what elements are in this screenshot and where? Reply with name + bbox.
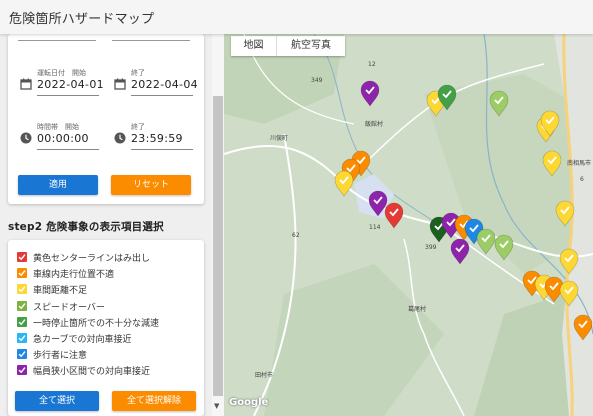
hazard-marker[interactable]: [476, 228, 496, 255]
hazard-marker[interactable]: [450, 238, 470, 265]
app-title: 危険箇所ハザードマップ: [9, 12, 155, 27]
place-label-katsurao: 葛尾村: [408, 306, 427, 313]
hazard-marker[interactable]: [559, 248, 579, 275]
field-underline-top-left: [18, 40, 96, 41]
hazard-marker[interactable]: [559, 280, 579, 307]
event-type-row[interactable]: 幅員狭小区間での対向車接近: [17, 363, 197, 377]
start-time-value: 00:00:00: [37, 132, 89, 145]
field-underline-top-right: [112, 40, 190, 41]
map-type-map[interactable]: 地図: [231, 36, 276, 56]
route-label-114: 114: [369, 224, 381, 231]
step2-title: step2 危険事象の表示項目選択: [8, 221, 164, 233]
checkbox[interactable]: [17, 349, 27, 360]
end-date-underline: [131, 95, 193, 96]
hazard-marker[interactable]: [542, 150, 562, 177]
start-date-value: 2022-04-01: [37, 78, 104, 91]
checkbox[interactable]: [17, 252, 27, 262]
reset-button[interactable]: リセット: [111, 175, 191, 195]
event-type-row[interactable]: 歩行者に注意: [17, 347, 197, 361]
deselect-all-button[interactable]: 全て選択解除: [112, 391, 196, 411]
end-time-value: 23:59:59: [131, 132, 183, 145]
end-time-label: 終了: [131, 123, 145, 131]
checkbox[interactable]: [17, 333, 27, 343]
apply-button[interactable]: 適用: [18, 175, 98, 195]
start-date-label: 運転日付 開始: [37, 69, 86, 77]
event-type-label: 歩行者に注意: [33, 351, 88, 362]
map-type-satellite[interactable]: 航空写真: [277, 36, 345, 56]
end-time-underline: [131, 149, 193, 150]
start-time-underline: [37, 149, 99, 150]
hazard-marker[interactable]: [573, 314, 593, 341]
checkbox[interactable]: [17, 284, 27, 295]
hazard-marker[interactable]: [489, 90, 509, 117]
end-time-field[interactable]: 終了 23:59:59: [131, 122, 193, 152]
event-type-row[interactable]: 急カーブでの対向車接近: [17, 331, 197, 345]
checkbox[interactable]: [17, 316, 27, 327]
event-type-row[interactable]: スピードオーバー: [17, 299, 197, 313]
event-type-label: 黄色センターラインはみ出し: [33, 254, 151, 264]
event-type-label: 車線内走行位置不適: [33, 270, 115, 281]
event-type-label: 幅員狭小区間での対向車接近: [33, 367, 151, 378]
calendar-icon: [114, 78, 126, 90]
route-label-62: 62: [292, 232, 300, 239]
place-label-kawamata: 川俣町: [270, 135, 289, 142]
hazard-marker[interactable]: [494, 234, 514, 261]
map-view[interactable]: [224, 34, 593, 416]
clock-icon: [114, 132, 126, 144]
event-type-row[interactable]: 車線内走行位置不適: [17, 266, 197, 280]
event-type-label: スピードオーバー: [33, 302, 105, 313]
sidebar-scrollbar-thumb[interactable]: [213, 96, 223, 396]
event-type-row[interactable]: 黄色センターラインはみ出し: [17, 250, 197, 264]
map-type-control: 地図 航空写真: [231, 36, 345, 56]
checkbox[interactable]: [17, 300, 27, 311]
clock-icon: [20, 132, 32, 144]
hazard-marker[interactable]: [368, 190, 388, 217]
hazard-marker[interactable]: [384, 202, 404, 229]
checkbox[interactable]: [17, 268, 27, 279]
event-type-label: 車間距離不足: [33, 286, 88, 297]
place-label-tamura: 田村市: [255, 372, 274, 379]
hazard-marker[interactable]: [360, 80, 380, 107]
start-time-field[interactable]: 時間帯 開始 00:00:00: [37, 122, 99, 152]
google-logo: Google: [229, 397, 269, 408]
select-all-button[interactable]: 全て選択: [15, 391, 99, 411]
end-date-label: 終了: [131, 69, 145, 77]
start-time-label: 時間帯 開始: [37, 123, 79, 131]
start-date-field[interactable]: 運転日付 開始 2022-04-01: [37, 68, 104, 98]
place-label-iitate: 飯館村: [365, 121, 384, 128]
calendar-icon: [20, 78, 32, 90]
event-type-row[interactable]: 一時停止箇所での不十分な減速: [17, 315, 197, 329]
app-bar: 危険箇所ハザードマップ: [0, 0, 593, 34]
route-label-12: 12: [368, 61, 376, 68]
checkbox[interactable]: [17, 365, 27, 376]
route-label-6: 6: [580, 176, 584, 183]
event-type-row[interactable]: 車間距離不足: [17, 282, 197, 296]
scroll-down-arrow[interactable]: ▼: [214, 402, 219, 410]
place-label-minamisoma: 南相馬市: [567, 160, 592, 167]
start-date-underline: [37, 95, 99, 96]
event-type-label: 一時停止箇所での不十分な減速: [33, 318, 160, 329]
end-date-value: 2022-04-04: [131, 78, 198, 91]
route-label-349: 349: [311, 77, 323, 84]
hazard-marker[interactable]: [334, 170, 354, 197]
event-type-label: 急カーブでの対向車接近: [33, 335, 132, 345]
route-label-399: 399: [425, 244, 437, 251]
end-date-field[interactable]: 終了 2022-04-04: [131, 68, 198, 98]
marker-layer: [334, 80, 593, 341]
hazard-marker[interactable]: [555, 200, 575, 227]
